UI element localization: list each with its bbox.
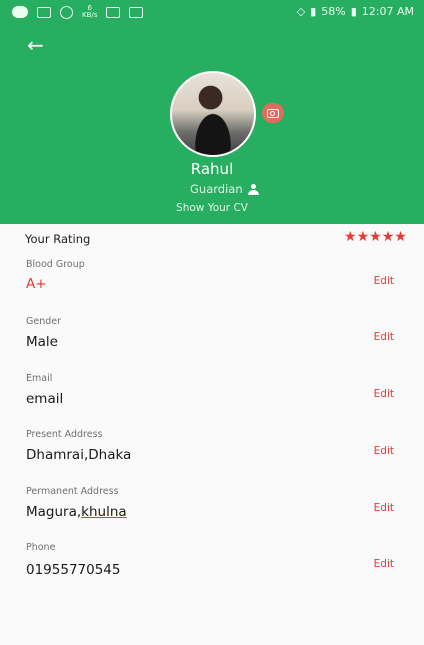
rating-label: Your Rating: [25, 232, 91, 246]
present-address-label: Present Address: [26, 429, 103, 440]
back-arrow-icon[interactable]: ←: [27, 35, 51, 55]
status-bar: 6 KB/s ◇ ▮ 58% ▮ 12:07 AM: [0, 0, 424, 26]
profile-name: Rahul: [190, 160, 234, 178]
instagram-notification-icon: [60, 5, 73, 19]
edit-gender-button[interactable]: Edit: [374, 331, 394, 343]
gender-label: Gender: [26, 316, 62, 327]
wifi-icon: ◇: [296, 5, 306, 18]
star-icon: ★: [381, 229, 395, 245]
email-label: Email: [26, 373, 53, 384]
permanent-address-value: Magura,khulna: [26, 504, 127, 520]
email-value: email: [26, 391, 64, 407]
permanent-address-part2: khulna: [81, 504, 127, 520]
battery-percent: 58%: [321, 5, 346, 18]
edit-present-address-button[interactable]: Edit: [374, 445, 394, 457]
camera-icon[interactable]: [262, 103, 284, 123]
blood-group-label: Blood Group: [26, 259, 85, 270]
star-icon: ★: [344, 229, 357, 245]
profile-role: Guardian: [190, 182, 259, 196]
blood-group-value: A+: [26, 276, 47, 292]
battery-icon: ▮: [350, 5, 357, 18]
show-cv-link[interactable]: Show Your CV: [0, 202, 424, 214]
phone-value: 01955770545: [26, 562, 121, 578]
edit-blood-group-button[interactable]: Edit: [374, 275, 394, 287]
star-icon: ★: [394, 229, 407, 245]
edit-permanent-address-button[interactable]: Edit: [374, 502, 394, 514]
permanent-address-part1: Magura,: [26, 504, 82, 520]
star-icon: ★: [356, 229, 370, 245]
activity-notification-icon: [129, 6, 144, 18]
star-icon: ★: [369, 229, 382, 245]
signal-icon: ▮: [310, 5, 317, 18]
present-address-value: Dhamrai,Dhaka: [26, 447, 132, 463]
edit-email-button[interactable]: Edit: [374, 388, 394, 400]
clock: 12:07 AM: [361, 5, 414, 18]
chat-notification-icon: [12, 6, 28, 18]
gender-value: Male: [26, 334, 58, 350]
permanent-address-label: Permanent Address: [26, 486, 119, 497]
phone-label: Phone: [26, 542, 56, 553]
role-label: Guardian: [190, 182, 243, 196]
edit-phone-button[interactable]: Edit: [374, 558, 394, 570]
message-notification-icon: [37, 6, 51, 18]
network-speed: 6 KB/s: [82, 4, 98, 19]
person-icon: [247, 183, 259, 195]
avatar[interactable]: [170, 71, 256, 157]
profile-header: 6 KB/s ◇ ▮ 58% ▮ 12:07 AM ← Rahul Guardia…: [0, 0, 424, 224]
gallery-notification-icon: [106, 6, 121, 18]
rating-stars: ★★★★★: [344, 229, 407, 245]
